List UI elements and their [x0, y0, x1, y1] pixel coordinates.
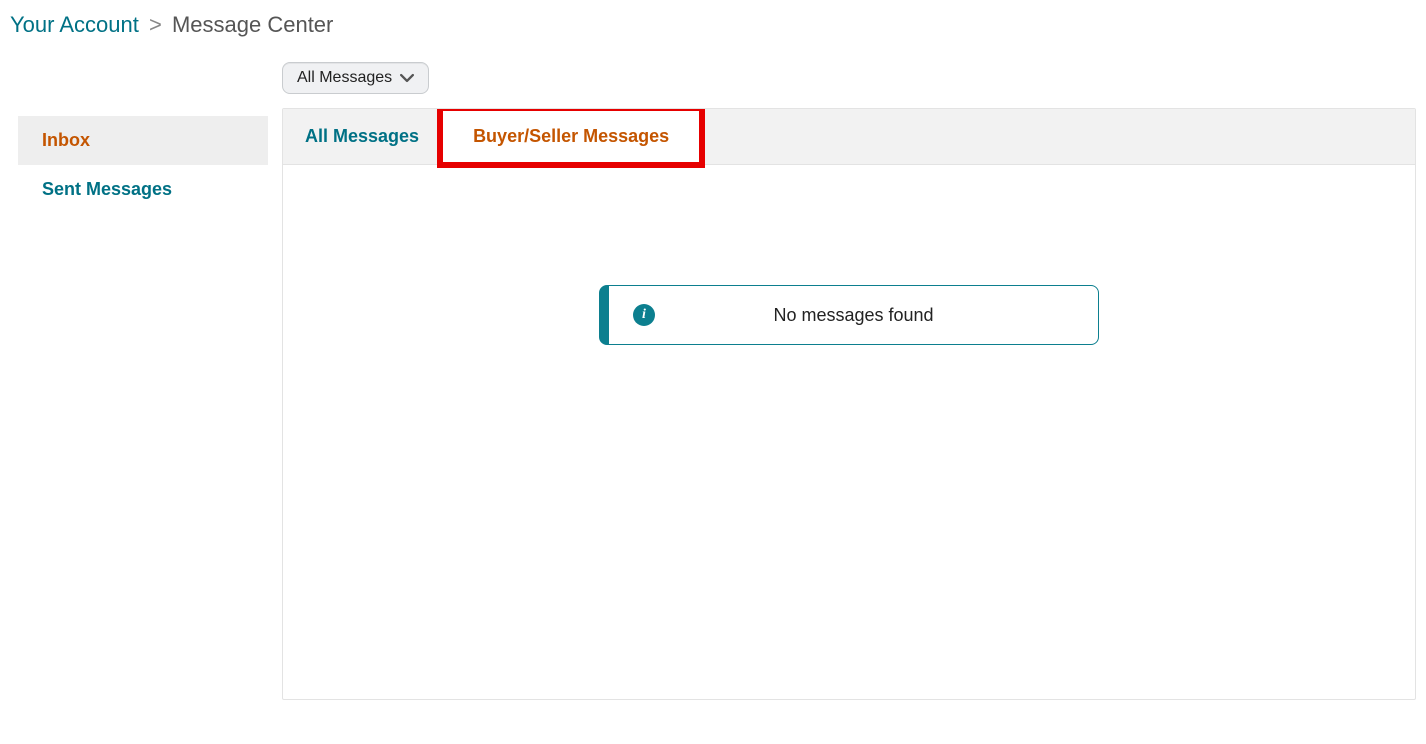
- breadcrumb: Your Account > Message Center: [10, 8, 1416, 62]
- sidebar-item-label: Inbox: [42, 130, 90, 150]
- tab-all-messages[interactable]: All Messages: [283, 109, 441, 164]
- tab-label: Buyer/Seller Messages: [473, 126, 669, 148]
- sidebar-item-sent-messages[interactable]: Sent Messages: [18, 165, 268, 214]
- breadcrumb-your-account-link[interactable]: Your Account: [10, 12, 139, 37]
- info-icon: i: [633, 304, 655, 326]
- breadcrumb-separator: >: [149, 12, 162, 37]
- panel-body: i No messages found: [283, 165, 1415, 699]
- sidebar-item-label: Sent Messages: [42, 179, 172, 199]
- tab-label: All Messages: [305, 126, 419, 147]
- tab-buyer-seller-messages[interactable]: Buyer/Seller Messages: [437, 108, 705, 168]
- empty-state: i No messages found: [599, 285, 1099, 345]
- filter-dropdown-label: All Messages: [297, 69, 392, 87]
- sidebar: Inbox Sent Messages: [18, 62, 268, 214]
- sidebar-item-inbox[interactable]: Inbox: [18, 116, 268, 165]
- messages-panel: All Messages Buyer/Seller Messages i No …: [282, 108, 1416, 700]
- filter-dropdown[interactable]: All Messages: [282, 62, 429, 94]
- chevron-down-icon: [400, 71, 414, 85]
- empty-state-text: No messages found: [655, 305, 1074, 326]
- tabstrip: All Messages Buyer/Seller Messages: [283, 109, 1415, 165]
- breadcrumb-current: Message Center: [172, 12, 333, 37]
